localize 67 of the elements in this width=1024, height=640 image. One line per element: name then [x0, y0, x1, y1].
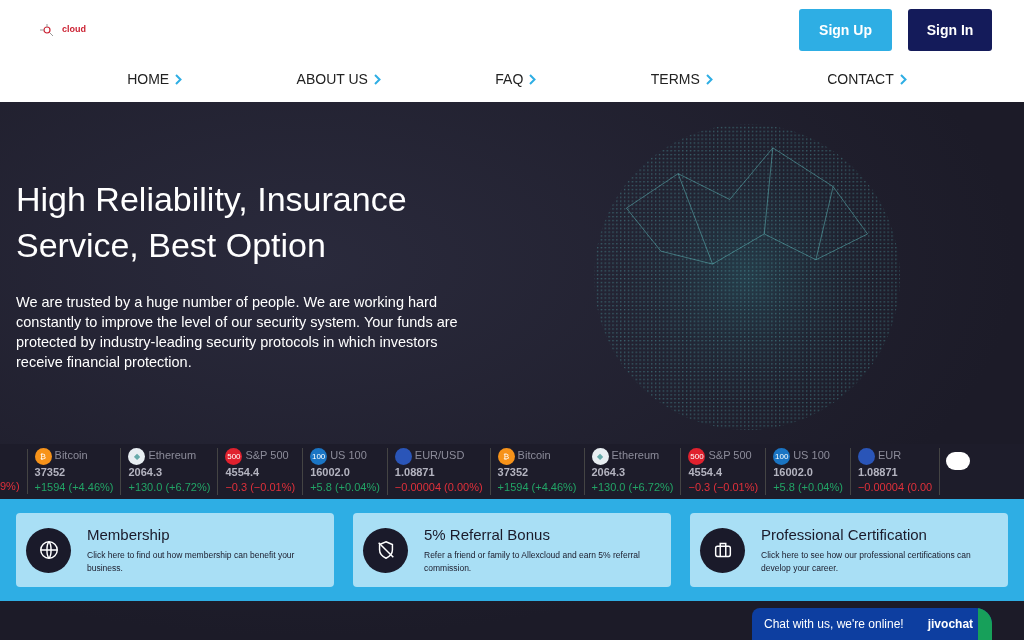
feature-card[interactable]: 5% Referral Bonus Refer a friend or family to Allexcloud and earn 5% referral commission. [353, 513, 671, 587]
symbol-badge: 100 [310, 448, 328, 465]
ticker-value: 16002.0 [310, 465, 351, 480]
chevron-icon [705, 73, 713, 85]
symbol-badge: 100 [773, 448, 791, 465]
ticker-change: +1594 (+4.46%) [497, 480, 577, 495]
nav-link[interactable]: TERMS [650, 68, 713, 90]
ticker-value: 16002.0 [773, 465, 814, 480]
nav-link[interactable]: HOME [127, 68, 183, 90]
chat-widget[interactable]: Chat with us, we're online! jivochat [752, 608, 992, 640]
symbol-badge: ₿ [497, 448, 515, 465]
feature-title: 5% Referral Bonus [424, 525, 551, 545]
ticker-change: −0.3 (−0.01%) [225, 480, 296, 495]
ticker-value: 1.08871 [857, 465, 899, 480]
ticker-name: S&P 500 [245, 449, 289, 462]
ticker-change: +1594 (+4.46%) [34, 480, 114, 495]
chat-text: Chat with us, we're online! [764, 616, 904, 633]
hero-paragraph: We are trusted by a huge number of people. We are working hard constantly to improve the level of our security system. Your funds are protected by industry-leading security protocols in which investors receive financial protection. [16, 293, 459, 372]
feature-text: Click here to see how our professional certifications can develop your career. [761, 549, 972, 575]
ticker-name: US 100 [330, 449, 367, 462]
ticker-name: Ethereum [611, 449, 660, 462]
ticker-name: EUR [877, 449, 902, 462]
feature-text: Click here to find out how membership can benefit your business. [87, 549, 296, 575]
ticker-change: 9%) [0, 479, 20, 494]
ticker-value: 4554.4 [688, 465, 724, 480]
ticker-change: −0.3 (−0.01%) [688, 480, 759, 495]
ticker-value: 37352 [34, 465, 67, 480]
ticker-name: S&P 500 [708, 449, 752, 462]
auth-button[interactable]: Sign In [908, 9, 992, 51]
logo-text: cloud [62, 23, 86, 37]
symbol-badge: 500 [688, 448, 706, 465]
ticker-name: Ethereum [148, 449, 197, 462]
ticker-value: 4554.4 [225, 465, 261, 480]
nav-link[interactable]: FAQ [495, 68, 537, 90]
ticker-change: −0.00004 (0.00 [857, 480, 933, 495]
ticker-value: 2064.3 [128, 465, 164, 480]
ticker-value: 37352 [497, 465, 530, 480]
feature-card[interactable]: Professional Certification Click here to see how our professional certifications can develop your career. [690, 513, 1008, 587]
ticker-value: 2064.3 [591, 465, 627, 480]
chat-brand: jivochat [927, 616, 974, 633]
ticker-name: Bitcoin [517, 449, 551, 462]
ticker-value: 1.08871 [394, 465, 436, 480]
symbol-badge: ◆ [128, 448, 146, 465]
chevron-icon [175, 73, 183, 85]
feature-card[interactable]: Membership Click here to find out how membership can benefit your business. [16, 513, 334, 587]
feature-title: Professional Certification [761, 525, 928, 545]
ticker-change: +5.8 (+0.04%) [773, 480, 843, 495]
hero-heading: High Reliability, Insurance Service, Best Option [16, 179, 408, 266]
ticker-name: US 100 [793, 449, 830, 462]
nav-link[interactable]: CONTACT [827, 68, 907, 90]
feature-title: Membership [87, 525, 171, 545]
symbol-badge: ◆ [591, 448, 609, 465]
symbol-badge: 500 [225, 448, 243, 465]
chevron-icon [529, 73, 537, 85]
globe-icon [37, 539, 60, 561]
nav-link[interactable]: ABOUT US [296, 68, 381, 90]
symbol-badge: ₿ [34, 448, 52, 465]
ticker-change: +5.8 (+0.04%) [310, 480, 380, 495]
ticker-name: EUR/USD [414, 449, 465, 462]
ticker-change: −0.00004 (0.00%) [394, 480, 483, 495]
chevron-icon [373, 73, 381, 85]
ticker-change: +130.0 (+6.72%) [128, 480, 211, 495]
leaf-icon [978, 608, 992, 640]
ticker-change: +130.0 (+6.72%) [591, 480, 674, 495]
ticker-name: Bitcoin [54, 449, 88, 462]
chevron-icon [899, 73, 907, 85]
feature-text: Refer a friend or family to Allexcloud and earn 5% referral commission. [424, 549, 641, 575]
